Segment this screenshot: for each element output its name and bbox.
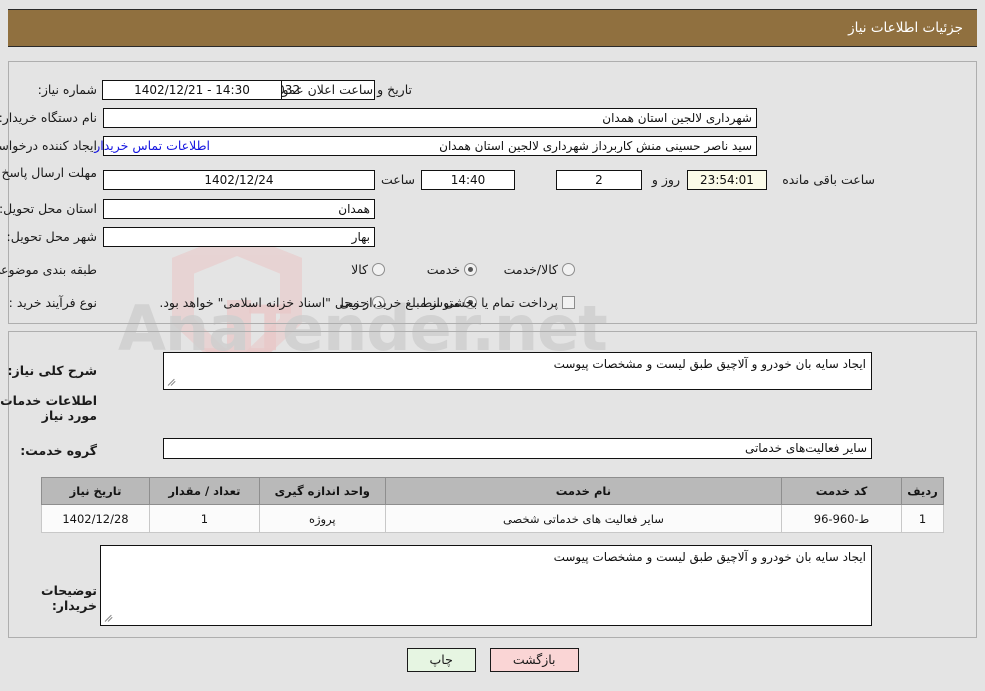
page-title: جزئیات اطلاعات نیاز [848, 20, 963, 36]
category-radio-goods[interactable] [372, 263, 385, 276]
category-radio-goods-service[interactable] [562, 263, 575, 276]
remaining-days-value: 2 [556, 170, 642, 190]
need-description-textarea[interactable]: ایجاد سایه بان خودرو و آلاچیق طبق لیست و… [163, 352, 872, 390]
category-label-goods: کالا [351, 262, 368, 277]
subject-category-label: طبقه بندی موضوعی: [0, 262, 97, 277]
countdown-value: 23:54:01 [687, 170, 767, 190]
remaining-days-label: روز و [651, 172, 680, 187]
buyer-org-value: شهرداری لالجین استان همدان [103, 108, 757, 128]
col-index: ردیف [901, 477, 944, 505]
resize-grip-icon[interactable] [103, 612, 115, 624]
category-label-service: خدمت [426, 262, 460, 277]
delivery-province-value: همدان [103, 199, 375, 219]
treasury-bonds-note: پرداخت تمام یا بخشی از مبلغ خرید،از محل … [159, 295, 558, 310]
buyer-notes-textarea[interactable]: ایجاد سایه بان خودرو و آلاچیق طبق لیست و… [100, 545, 872, 626]
request-creator-label: ایجاد کننده درخواست: [0, 138, 97, 153]
service-group-value: سایر فعالیت‌های خدماتی [163, 438, 872, 459]
cell-index: 1 [901, 504, 944, 533]
page-root: AnaTender.net جزئیات اطلاعات نیاز شماره … [0, 0, 985, 691]
need-info-panel [8, 61, 977, 324]
buyer-org-label: نام دستگاه خریدار: [0, 110, 97, 125]
deadline-hour-label: ساعت [380, 172, 415, 187]
need-number-label: شماره نیاز: [37, 82, 97, 97]
delivery-city-value: بهار [103, 227, 375, 247]
need-description-label: شرح کلی نیاز: [7, 363, 97, 378]
action-button-bar: بازگشت چاپ [0, 648, 985, 672]
purchase-process-label: نوع فرآیند خرید : [8, 295, 97, 310]
deadline-time-value: 14:40 [421, 170, 515, 190]
cell-code: ط-960-96 [781, 504, 903, 533]
col-code: کد خدمت [781, 477, 903, 505]
col-name: نام خدمت [384, 477, 783, 505]
cell-quantity: 1 [148, 504, 260, 533]
need-description-value: ایجاد سایه بان خودرو و آلاچیق طبق لیست و… [553, 357, 866, 371]
buyer-notes-value: ایجاد سایه بان خودرو و آلاچیق طبق لیست و… [553, 550, 866, 564]
print-button[interactable]: چاپ [406, 648, 476, 672]
col-unit: واحد اندازه گیری [258, 477, 386, 505]
buyer-notes-label: توضیحات خریدار: [41, 583, 97, 613]
service-group-label: گروه خدمت: [20, 443, 97, 458]
services-section-heading: اطلاعات خدمات مورد نیاز [0, 393, 97, 423]
col-need-date: تاریخ نیاز [41, 477, 150, 505]
delivery-city-label: شهر محل تحویل: [6, 229, 97, 244]
delivery-province-label: استان محل تحویل: [0, 201, 97, 216]
deadline-label: مهلت ارسال پاسخ: تا تاریخ: [0, 165, 97, 180]
treasury-bonds-checkbox[interactable] [562, 296, 575, 309]
category-radio-service[interactable] [464, 263, 477, 276]
col-quantity: تعداد / مقدار [148, 477, 260, 505]
window-titlebar: جزئیات اطلاعات نیاز [8, 9, 977, 47]
resize-grip-icon[interactable] [166, 376, 178, 388]
cell-name: سایر فعالیت های خدماتی شخصی [384, 504, 783, 533]
cell-unit: پروژه [258, 504, 386, 533]
buyer-contact-link[interactable]: اطلاعات تماس خریدار [94, 138, 210, 153]
announce-datetime-value: 1402/12/21 - 14:30 [102, 80, 282, 100]
countdown-label: ساعت باقی مانده [782, 172, 875, 187]
deadline-date-value: 1402/12/24 [103, 170, 375, 190]
cell-need-date: 1402/12/28 [41, 504, 150, 533]
services-table: ردیف کد خدمت نام خدمت واحد اندازه گیری ت… [41, 477, 944, 533]
category-label-goods-service: کالا/خدمت [503, 262, 558, 277]
table-header-row: ردیف کد خدمت نام خدمت واحد اندازه گیری ت… [41, 477, 944, 505]
back-button[interactable]: بازگشت [489, 648, 579, 672]
announce-datetime-label: تاریخ و ساعت اعلان عمومی: [261, 82, 412, 97]
table-row: 1 ط-960-96 سایر فعالیت های خدماتی شخصی پ… [41, 504, 944, 533]
